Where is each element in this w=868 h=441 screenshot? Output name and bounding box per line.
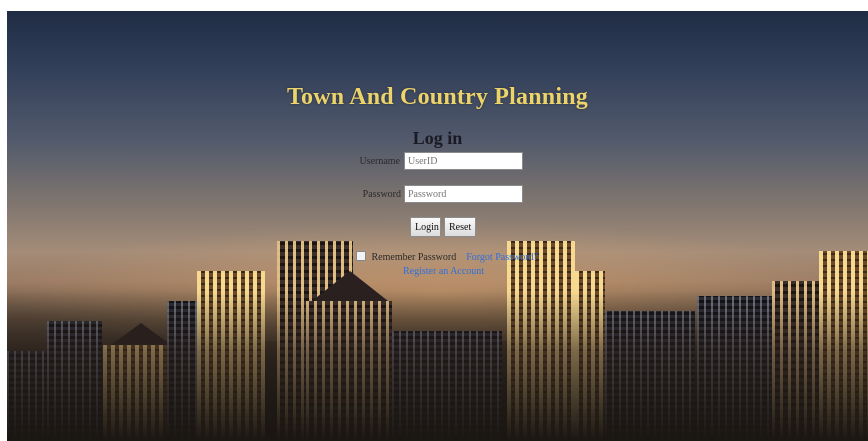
username-row: Username — [7, 152, 400, 170]
password-input[interactable] — [404, 185, 523, 203]
register-link[interactable]: Register an Account — [403, 266, 484, 277]
page-title: Town And Country Planning — [287, 84, 588, 110]
remember-label: Remember Password — [371, 252, 457, 263]
username-label: Username — [359, 156, 400, 167]
reset-button[interactable]: Reset — [444, 217, 476, 237]
forgot-password-link[interactable]: Forgot Password? — [466, 252, 538, 263]
remember-row: Remember Password Forgot Password? — [356, 251, 538, 263]
login-heading: Log in — [412, 128, 463, 148]
login-panel: Town And Country Planning Log in Usernam… — [7, 11, 868, 311]
city-haze — [7, 291, 868, 441]
password-label: Password — [362, 189, 401, 200]
username-input[interactable] — [404, 152, 523, 170]
password-row: Password — [7, 185, 401, 203]
checkbox-icon[interactable] — [356, 251, 366, 261]
login-button[interactable]: Login — [410, 217, 441, 237]
